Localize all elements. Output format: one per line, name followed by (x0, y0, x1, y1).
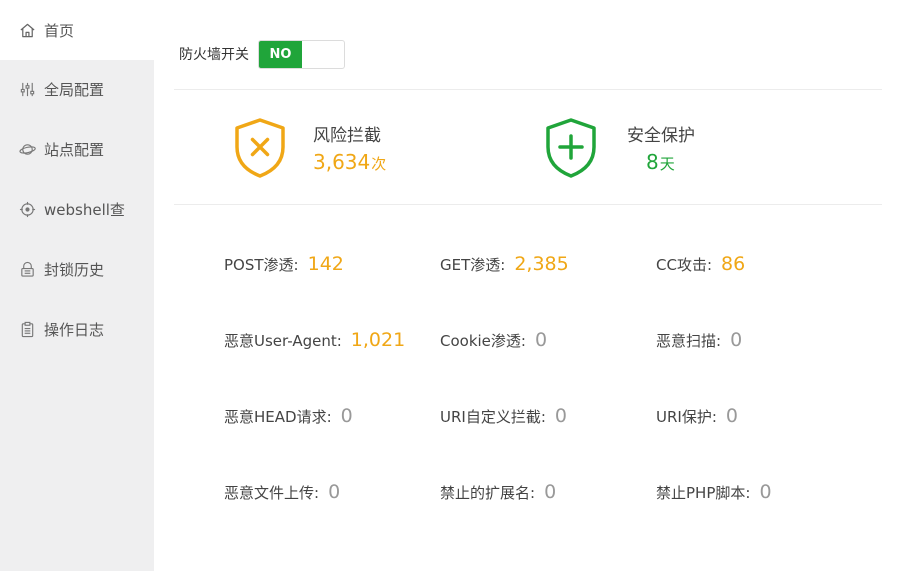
metric-label: 禁止的扩展名 (440, 484, 531, 502)
metric-label: Cookie渗透 (440, 332, 521, 350)
metric-label: CC攻击 (656, 256, 707, 274)
sidebar: 首页 全局配置 站点配置 webshell查 封锁历史 操作日志 (0, 0, 154, 571)
sidebar-item-operation-log[interactable]: 操作日志 (0, 299, 154, 359)
divider (174, 89, 882, 90)
firewall-switch-row: 防火墙开关 NO (179, 39, 345, 69)
home-icon (19, 22, 36, 39)
risk-intercept-title: 风险拦截 (313, 126, 381, 146)
metric-value: 0 (340, 405, 353, 427)
sidebar-item-global-config[interactable]: 全局配置 (0, 59, 154, 119)
metric-colon: : (530, 484, 536, 502)
safety-protection-title: 安全保护 (627, 126, 695, 146)
metric-forbidden-extension: 禁止的扩展名:0 (440, 481, 556, 503)
metric-value: 142 (307, 253, 344, 275)
safety-protection-value: 8 (646, 150, 659, 174)
shield-plus-icon (546, 118, 596, 178)
shield-x-icon (235, 118, 285, 178)
sidebar-item-webshell[interactable]: webshell查 (0, 179, 154, 239)
sidebar-item-home[interactable]: 首页 (0, 0, 154, 60)
metric-value: 0 (759, 481, 772, 503)
metric-colon: : (706, 256, 713, 274)
metric-get-attack: GET渗透:2,385 (440, 253, 569, 275)
planet-icon (19, 141, 36, 158)
risk-intercept-value: 3,634 (313, 150, 371, 174)
sidebar-item-label: 首页 (44, 21, 75, 40)
sidebar-item-label: 操作日志 (44, 320, 105, 339)
metric-colon: : (500, 256, 506, 274)
metric-uri-protection: URI保护:0 (656, 405, 738, 427)
metric-uri-custom-block: URI自定义拦截:0 (440, 405, 567, 427)
metric-colon: : (745, 484, 751, 502)
metric-label: URI自定义拦截 (440, 408, 541, 426)
firewall-switch-label: 防火墙开关 (179, 47, 249, 63)
metric-colon: : (716, 332, 722, 350)
metric-label: GET渗透 (440, 256, 501, 274)
clipboard-icon (19, 321, 36, 338)
sidebar-item-site-config[interactable]: 站点配置 (0, 119, 154, 179)
metric-colon: : (336, 332, 342, 350)
metric-malicious-scan: 恶意扫描:0 (656, 329, 742, 351)
metric-value: 0 (730, 329, 743, 351)
lock-icon (19, 261, 36, 278)
metric-malicious-upload: 恶意文件上传:0 (224, 481, 340, 503)
metric-value: 0 (554, 405, 567, 427)
main-panel: 防火墙开关 NO 风险拦截 3,634次 安全保护 8天 POST渗透:142 … (154, 0, 901, 571)
metric-value: 0 (534, 329, 548, 351)
metric-label: 禁止PHP脚本 (656, 484, 746, 502)
metric-label: 恶意User-Agent (224, 332, 337, 350)
metric-colon: : (520, 332, 526, 350)
firewall-toggle[interactable]: NO (258, 39, 345, 69)
metric-malicious-head: 恶意HEAD请求:0 (224, 405, 353, 427)
risk-intercept-unit: 次 (371, 155, 387, 173)
sidebar-item-label: 全局配置 (44, 80, 105, 99)
firewall-toggle-knob: NO (259, 40, 302, 68)
metric-colon: : (711, 408, 717, 426)
metric-label: 恶意扫描 (656, 332, 717, 350)
metric-cookie-attack: Cookie渗透:0 (440, 329, 547, 351)
metric-value: 1,021 (350, 329, 406, 351)
metric-colon: : (326, 408, 332, 426)
metric-value: 0 (725, 405, 738, 427)
safety-protection-unit: 天 (659, 155, 675, 173)
metric-value: 0 (328, 481, 341, 503)
metric-cc-attack: CC攻击:86 (656, 253, 745, 275)
metric-label: POST渗透 (224, 256, 294, 274)
divider (174, 204, 882, 205)
metric-label: 恶意HEAD请求 (224, 408, 327, 426)
metric-malicious-user-agent: 恶意User-Agent:1,021 (224, 329, 405, 351)
sliders-icon (19, 81, 36, 98)
metric-colon: : (293, 256, 299, 274)
metric-label: 恶意文件上传 (224, 484, 315, 502)
metric-colon: : (540, 408, 546, 426)
sidebar-item-label: 站点配置 (44, 140, 105, 159)
metric-post-attack: POST渗透:142 (224, 253, 344, 275)
sidebar-item-block-history[interactable]: 封锁历史 (0, 239, 154, 299)
crosshair-icon (19, 201, 36, 218)
sidebar-item-label: webshell查 (44, 200, 125, 219)
metric-label: URI保护 (656, 408, 712, 426)
metric-value: 86 (721, 253, 746, 275)
metric-value: 2,385 (514, 253, 569, 275)
metric-colon: : (314, 484, 320, 502)
sidebar-item-label: 封锁历史 (44, 260, 105, 279)
metric-value: 0 (544, 481, 557, 503)
metric-forbidden-php: 禁止PHP脚本:0 (656, 481, 772, 503)
